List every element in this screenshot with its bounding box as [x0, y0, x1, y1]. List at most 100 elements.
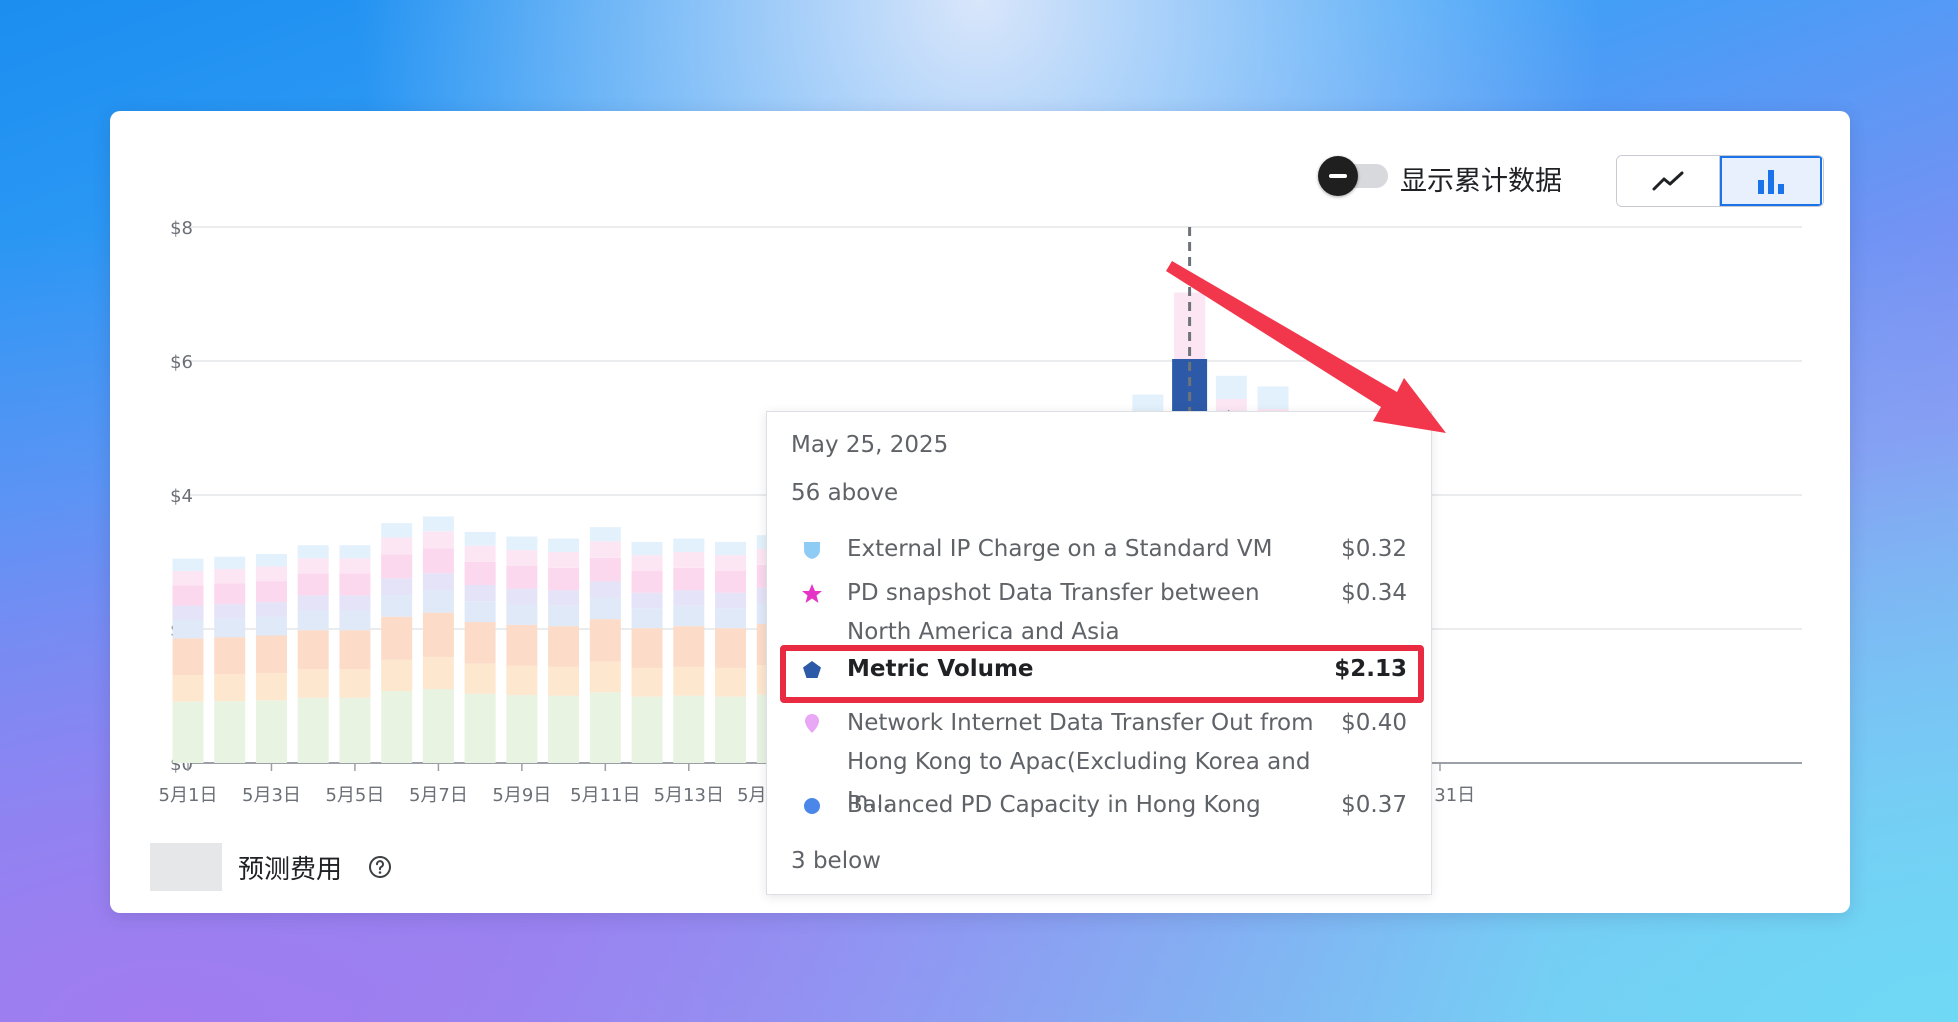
- bar-segment: [673, 590, 705, 606]
- bar-segment: [464, 663, 496, 694]
- tooltip-item-value: $0.34: [1341, 580, 1407, 606]
- bar-segment: [297, 573, 329, 596]
- bar-segment: [548, 666, 580, 696]
- bar-segment: [673, 605, 705, 627]
- bar-segment: [255, 581, 287, 603]
- bar-segment: [255, 700, 287, 763]
- bar-segment: [673, 695, 705, 763]
- bar-segment: [589, 619, 621, 662]
- bar-segment: [1257, 386, 1289, 410]
- tooltip-item-name: Metric Volume: [847, 656, 1034, 682]
- bar-segment: [422, 612, 454, 657]
- bar-segment: [214, 604, 246, 619]
- bar-segment: [214, 701, 246, 763]
- bar-segment: [339, 595, 371, 611]
- bar-segment: [255, 635, 287, 674]
- bar-segment: [589, 661, 621, 693]
- bar-segment: [631, 555, 663, 571]
- bar-segment: [297, 697, 329, 763]
- bar-segment: [715, 696, 747, 763]
- bar-segment: [339, 573, 371, 596]
- tooltip-item-name: Balanced PD Capacity in Hong Kong: [847, 792, 1261, 818]
- tooltip-item-name: PD snapshot Data Transfer between North …: [847, 580, 1260, 645]
- bar-segment: [548, 695, 580, 763]
- bar-segment: [548, 538, 580, 553]
- bar-segment: [506, 695, 538, 763]
- bar-segment: [631, 667, 663, 697]
- chart-type-switch: [1616, 155, 1824, 207]
- bar-segment: [464, 561, 496, 586]
- shield-marker-icon: [804, 542, 820, 559]
- bar-segment: [422, 689, 454, 763]
- y-tick-label: $4: [170, 486, 193, 507]
- tooltip-above-count: 56 above: [791, 480, 899, 506]
- bar-segment: [214, 618, 246, 638]
- x-tick-label: 5月1日: [159, 785, 218, 806]
- bar-segment: [172, 619, 204, 639]
- bar-segment: [506, 624, 538, 666]
- x-tick-label: 5月13日: [654, 785, 724, 806]
- tooltip-item-value: $0.40: [1341, 710, 1407, 736]
- bar-segment: [506, 565, 538, 589]
- bar-segment: [464, 531, 496, 546]
- bar-segment: [631, 570, 663, 593]
- bar-segment: [255, 566, 287, 582]
- cumulative-toggle[interactable]: [1318, 156, 1390, 196]
- bar-segment: [548, 567, 580, 591]
- bar-segment: [506, 665, 538, 696]
- bar-chart-button[interactable]: [1720, 156, 1822, 206]
- bar-segment: [339, 610, 371, 631]
- bar-segment: [673, 666, 705, 696]
- bar-segment: [381, 554, 413, 579]
- bar-segment: [381, 691, 413, 763]
- y-tick-label: $8: [170, 218, 193, 239]
- line-chart-icon: [1652, 171, 1684, 191]
- help-icon[interactable]: [368, 855, 392, 879]
- bar-segment: [673, 626, 705, 667]
- line-chart-button[interactable]: [1617, 156, 1720, 206]
- bar-segment: [172, 570, 204, 586]
- bar-segment: [506, 550, 538, 566]
- bar-segment: [673, 552, 705, 568]
- bar-segment: [297, 558, 329, 574]
- bar-segment: [172, 638, 204, 676]
- y-tick-label: $6: [170, 352, 193, 373]
- bar-segment: [548, 590, 580, 606]
- bar-segment: [506, 604, 538, 625]
- circle-marker-icon: [804, 798, 820, 814]
- bar-segment: [381, 595, 413, 617]
- bar-segment: [255, 553, 287, 567]
- drop-marker-icon: [805, 714, 819, 733]
- bar-segment: [673, 567, 705, 591]
- bar-segment: [715, 555, 747, 571]
- bar-segment: [381, 659, 413, 692]
- bar-segment: [548, 626, 580, 667]
- bar-segment: [506, 588, 538, 605]
- bar-segment: [715, 541, 747, 556]
- bar-segment: [339, 558, 371, 574]
- tooltip-date: May 25, 2025: [791, 432, 949, 458]
- toggle-knob-icon: [1318, 156, 1358, 196]
- bar-segment: [339, 669, 371, 698]
- bar-segment: [297, 630, 329, 670]
- bar-segment: [673, 538, 705, 553]
- bar-segment: [589, 541, 621, 558]
- bar-segment: [715, 592, 747, 609]
- bar-segment: [172, 558, 204, 571]
- bar-segment: [464, 693, 496, 763]
- chart-card: $0$2$4$6$85月1日5月3日5月5日5月7日5月9日5月11日5月13日…: [110, 111, 1850, 913]
- bar-segment: [381, 616, 413, 660]
- bar-segment: [214, 556, 246, 570]
- bar-segment: [297, 610, 329, 631]
- bar-segment: [339, 630, 371, 670]
- bar-segment: [422, 516, 454, 532]
- bar-segment: [381, 578, 413, 596]
- cumulative-label: 显示累计数据: [1400, 166, 1562, 197]
- bar-segment: [464, 621, 496, 664]
- bar-segment: [422, 531, 454, 549]
- bar-segment: [214, 569, 246, 584]
- bar-segment: [631, 608, 663, 629]
- bar-segment: [214, 674, 246, 702]
- tooltip-below-count: 3 below: [791, 848, 881, 874]
- bar-segment: [589, 527, 621, 542]
